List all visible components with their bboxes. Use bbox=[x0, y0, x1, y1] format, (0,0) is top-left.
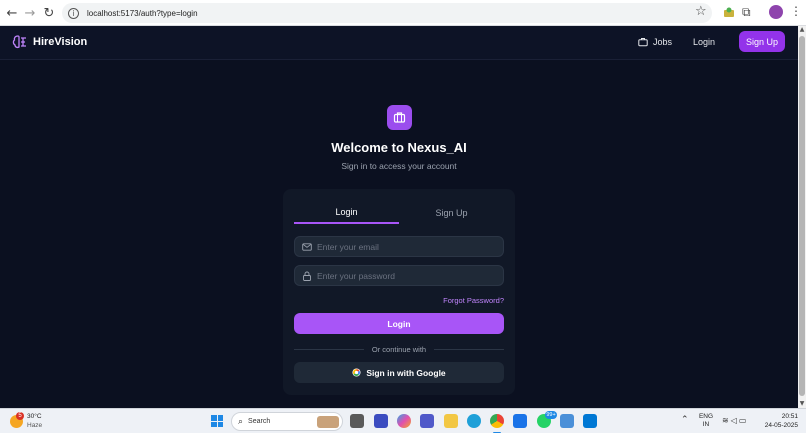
whatsapp-icon[interactable]: 99+ bbox=[537, 411, 557, 428]
nav-jobs-label: Jobs bbox=[653, 37, 673, 47]
outlook-icon[interactable] bbox=[513, 414, 527, 428]
tray-chevron-up-icon[interactable]: ⌃ bbox=[681, 415, 689, 425]
brand[interactable]: HireVision bbox=[12, 34, 87, 50]
google-icon bbox=[352, 368, 361, 377]
scroll-thumb[interactable] bbox=[799, 36, 805, 396]
forward-arrow-icon[interactable]: → bbox=[21, 4, 39, 22]
search-label: Search bbox=[248, 418, 271, 425]
auth-logo bbox=[387, 105, 412, 130]
page-scrollbar[interactable]: ▲ ▼ bbox=[798, 26, 806, 408]
nav-login-link[interactable]: Login bbox=[693, 37, 715, 47]
scroll-up-arrow-icon[interactable]: ▲ bbox=[798, 26, 806, 34]
brain-logo-icon bbox=[12, 35, 26, 49]
brand-name: HireVision bbox=[33, 36, 88, 48]
site-info-icon[interactable]: i bbox=[68, 7, 79, 19]
back-arrow-icon[interactable]: ← bbox=[3, 4, 21, 22]
address-bar[interactable]: i localhost:5173/auth?type=login bbox=[62, 3, 712, 23]
email-input[interactable] bbox=[317, 241, 497, 252]
copilot-icon[interactable] bbox=[397, 414, 411, 428]
profile-avatar[interactable] bbox=[769, 5, 783, 19]
teams-icon[interactable] bbox=[420, 414, 434, 428]
forgot-password-link[interactable]: Forgot Password? bbox=[404, 296, 504, 305]
windows-taskbar: 5 30°C Haze ⌕ Search 99+ ⌃ ENG IN ≋◁▭ 20… bbox=[0, 408, 806, 433]
page-subtitle: Sign in to access your account bbox=[341, 161, 457, 171]
windows-start-icon[interactable] bbox=[211, 415, 223, 427]
edge-icon[interactable] bbox=[467, 414, 481, 428]
chrome-icon[interactable] bbox=[490, 414, 504, 428]
auth-card: Login Sign Up Forgot Password? Login Or … bbox=[283, 189, 515, 395]
whatsapp-badge: 99+ bbox=[545, 411, 557, 419]
search-highlight-image bbox=[317, 416, 339, 428]
weather-temperature[interactable]: 30°C bbox=[27, 413, 42, 420]
app-navbar: HireVision Jobs Login Sign Up bbox=[0, 26, 798, 60]
clock-date[interactable]: 24-05-2025 bbox=[756, 422, 798, 429]
language-indicator[interactable]: ENG IN bbox=[698, 413, 714, 429]
google-button-label: Sign in with Google bbox=[366, 367, 446, 378]
reload-icon[interactable]: ↻ bbox=[40, 4, 58, 22]
url-text[interactable]: localhost:5173/auth?type=login bbox=[87, 9, 198, 18]
lock-icon bbox=[303, 271, 311, 281]
wifi-volume-battery-icons[interactable]: ≋◁▭ bbox=[722, 416, 748, 425]
browser-toolbar: ← → ↻ i localhost:5173/auth?type=login ☆… bbox=[0, 0, 806, 26]
extension-icon[interactable] bbox=[723, 6, 735, 18]
password-input[interactable] bbox=[317, 270, 497, 281]
briefcase-icon bbox=[638, 38, 648, 47]
divider-line bbox=[434, 349, 504, 350]
browser-menu-icon[interactable]: ⋮ bbox=[790, 4, 802, 18]
taskbar-search[interactable]: ⌕ Search bbox=[231, 412, 343, 431]
tab-signup[interactable]: Sign Up bbox=[399, 208, 504, 218]
mail-icon bbox=[302, 242, 312, 251]
page-title: Welcome to Nexus_AI bbox=[331, 140, 467, 155]
nav-jobs-link[interactable]: Jobs bbox=[638, 37, 672, 47]
task-view-icon[interactable] bbox=[350, 414, 364, 428]
bookmark-star-icon[interactable]: ☆ bbox=[695, 4, 707, 19]
tab-login[interactable]: Login bbox=[294, 207, 399, 217]
briefcase-icon bbox=[393, 112, 406, 123]
weather-condition[interactable]: Haze bbox=[27, 422, 42, 429]
vscode-icon[interactable] bbox=[583, 414, 597, 428]
pen-app-icon[interactable] bbox=[374, 414, 388, 428]
clock-time[interactable]: 20:51 bbox=[762, 413, 798, 420]
search-icon: ⌕ bbox=[238, 416, 244, 427]
language-code: ENG bbox=[698, 413, 714, 420]
google-signin-button[interactable]: Sign in with Google bbox=[294, 362, 504, 383]
nav-signup-button[interactable]: Sign Up bbox=[739, 31, 785, 52]
login-button[interactable]: Login bbox=[294, 313, 504, 334]
notepad-icon[interactable] bbox=[560, 414, 574, 428]
weather-badge: 5 bbox=[16, 412, 24, 420]
email-field[interactable] bbox=[294, 236, 504, 257]
file-explorer-icon[interactable] bbox=[444, 414, 458, 428]
password-field[interactable] bbox=[294, 265, 504, 286]
extensions-puzzle-icon[interactable]: ⧉ bbox=[742, 5, 751, 20]
scroll-down-arrow-icon[interactable]: ▼ bbox=[798, 400, 806, 408]
region-code: IN bbox=[702, 421, 710, 428]
active-tab-indicator bbox=[294, 222, 399, 224]
